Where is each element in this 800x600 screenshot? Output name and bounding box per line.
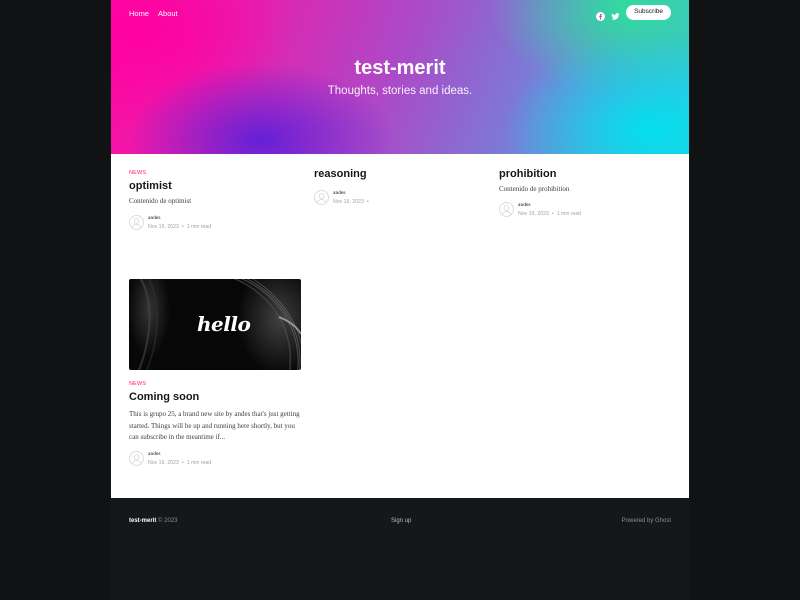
- post-excerpt: Contenido de prohibition: [499, 185, 570, 193]
- footer-signup-link[interactable]: Sign up: [391, 518, 411, 524]
- user-icon: [316, 193, 327, 203]
- author-avatar[interactable]: [129, 214, 144, 230]
- footer-copyright: test-merit © 2023: [129, 518, 178, 524]
- post-feed: News optimist Contenido de optimist ande…: [111, 154, 689, 498]
- post-read-time: 1 min read: [186, 223, 212, 230]
- post-title[interactable]: Coming soon: [129, 391, 301, 403]
- post-feature-image[interactable]: hello: [129, 279, 301, 370]
- site-header: Home About Subscribe test-merit Thoughts…: [111, 0, 689, 154]
- nav-link-about[interactable]: About: [158, 9, 178, 18]
- post-meta: andes Nov 19, 2023 • 1 min read: [129, 214, 301, 230]
- facebook-icon[interactable]: [596, 8, 606, 21]
- post-meta: andes Nov 19, 2023 •: [314, 190, 486, 205]
- nav-link-home[interactable]: Home: [129, 9, 149, 18]
- post-author[interactable]: andes: [333, 190, 372, 196]
- subscribe-button[interactable]: Subscribe: [626, 5, 671, 20]
- user-icon: [131, 453, 142, 464]
- post-excerpt: Contenido de optimist: [129, 197, 192, 205]
- twitter-icon[interactable]: [611, 8, 620, 20]
- post-card-featured[interactable]: hello News Coming soon This is grupo 25,…: [129, 279, 301, 466]
- site-footer: test-merit © 2023 Sign up Powered by Gho…: [111, 498, 689, 600]
- post-meta: andes Nov 19, 2023 • 1 min read: [129, 450, 301, 466]
- author-avatar[interactable]: [499, 201, 514, 217]
- post-card[interactable]: prohibition Contenido de prohibition and…: [499, 168, 671, 217]
- post-date: Nov 19, 2023: [148, 459, 179, 466]
- site-wrapper: Home About Subscribe test-merit Thoughts…: [111, 0, 689, 600]
- post-card[interactable]: News optimist Contenido de optimist ande…: [129, 170, 301, 230]
- author-avatar[interactable]: [314, 190, 329, 205]
- post-tag[interactable]: News: [129, 381, 301, 387]
- post-title[interactable]: optimist: [129, 180, 301, 192]
- post-title[interactable]: reasoning: [314, 168, 486, 180]
- post-author[interactable]: andes: [518, 202, 581, 208]
- feature-image-text: hello: [197, 312, 251, 336]
- user-icon: [131, 217, 142, 228]
- site-description: Thoughts, stories and ideas.: [327, 85, 473, 97]
- post-tag[interactable]: News: [129, 170, 301, 176]
- post-read-time: 1 min read: [186, 459, 212, 466]
- post-date: Nov 19, 2023: [148, 223, 179, 230]
- main-nav: Home About: [129, 9, 178, 18]
- user-icon: [501, 204, 512, 215]
- post-card[interactable]: reasoning andes Nov 19, 2023 •: [314, 168, 486, 205]
- post-date: Nov 19, 2023: [333, 199, 364, 205]
- post-date: Nov 19, 2023: [518, 210, 549, 217]
- footer-powered-by[interactable]: Powered by Ghost: [622, 518, 671, 524]
- post-author[interactable]: andes: [148, 215, 211, 221]
- post-title[interactable]: prohibition: [499, 168, 671, 180]
- footer-site-name[interactable]: test-merit: [129, 518, 156, 524]
- post-author[interactable]: andes: [148, 451, 211, 457]
- post-excerpt: This is grupo 25, a brand new site by an…: [129, 410, 300, 441]
- header-actions: Subscribe: [596, 5, 671, 21]
- site-title: test-merit: [354, 57, 446, 79]
- post-read-time: 1 min read: [556, 210, 582, 217]
- post-meta: andes Nov 19, 2023 • 1 min read: [499, 201, 671, 217]
- author-avatar[interactable]: [129, 450, 144, 466]
